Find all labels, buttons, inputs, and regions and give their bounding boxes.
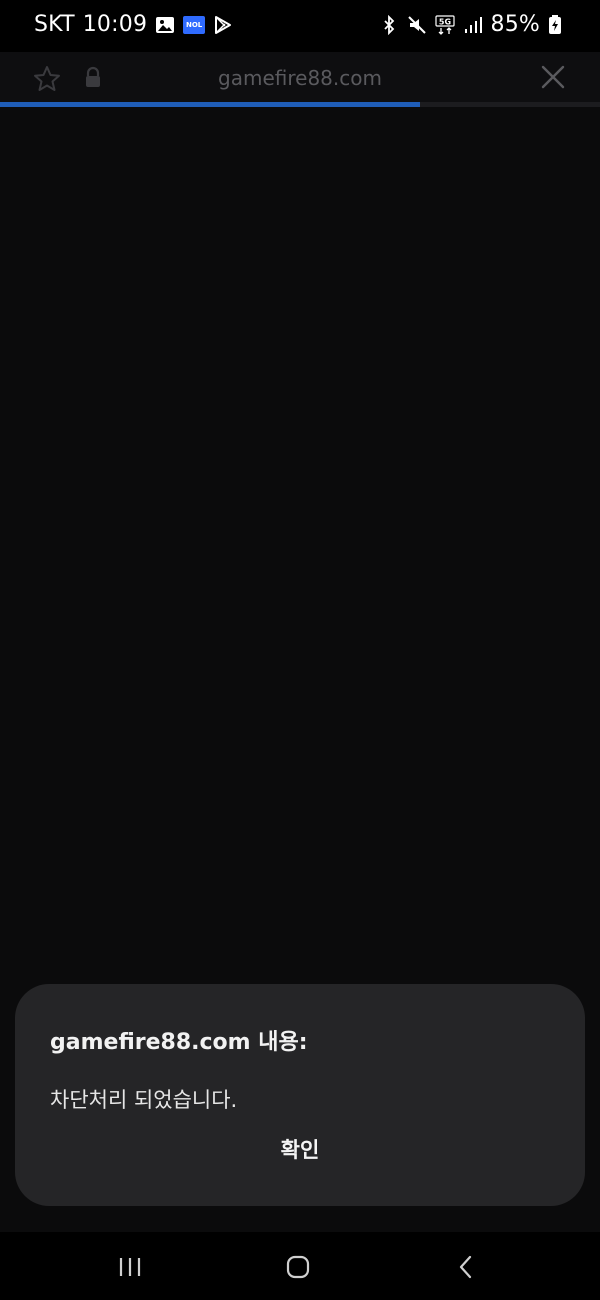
bluetooth-icon (379, 14, 399, 35)
play-store-icon (213, 15, 233, 35)
mute-icon (407, 15, 427, 35)
5g-icon: 5G (434, 14, 455, 35)
home-icon (286, 1255, 310, 1279)
alert-dialog: gamefire88.com 내용: 차단처리 되었습니다. 확인 (15, 984, 585, 1206)
dialog-message: 차단처리 되었습니다. (50, 1088, 238, 1112)
nol-app-icon: NOL (183, 15, 206, 34)
carrier-label: SKT (34, 12, 75, 37)
status-bar: SKT 10:09 NOL 5G 85% (0, 0, 600, 52)
home-button[interactable] (278, 1252, 318, 1282)
confirm-button[interactable]: 확인 (250, 1130, 350, 1170)
battery-percent: 85% (490, 12, 540, 37)
gallery-icon (155, 15, 175, 35)
url-text[interactable]: gamefire88.com (0, 66, 600, 90)
battery-icon (548, 14, 568, 35)
browser-toolbar: gamefire88.com (0, 52, 600, 104)
recents-icon (119, 1258, 141, 1276)
back-icon (459, 1255, 472, 1279)
status-left: SKT 10:09 NOL (34, 12, 233, 37)
recents-button[interactable] (110, 1252, 150, 1282)
back-button[interactable] (446, 1252, 486, 1282)
svg-text:5G: 5G (438, 17, 450, 26)
status-right: 5G 85% (379, 12, 569, 37)
close-icon[interactable] (540, 64, 566, 94)
signal-icon (463, 15, 483, 35)
clock-label: 10:09 (82, 12, 148, 37)
dialog-title: gamefire88.com 내용: (50, 1030, 308, 1055)
system-navigation-bar (0, 1232, 600, 1300)
